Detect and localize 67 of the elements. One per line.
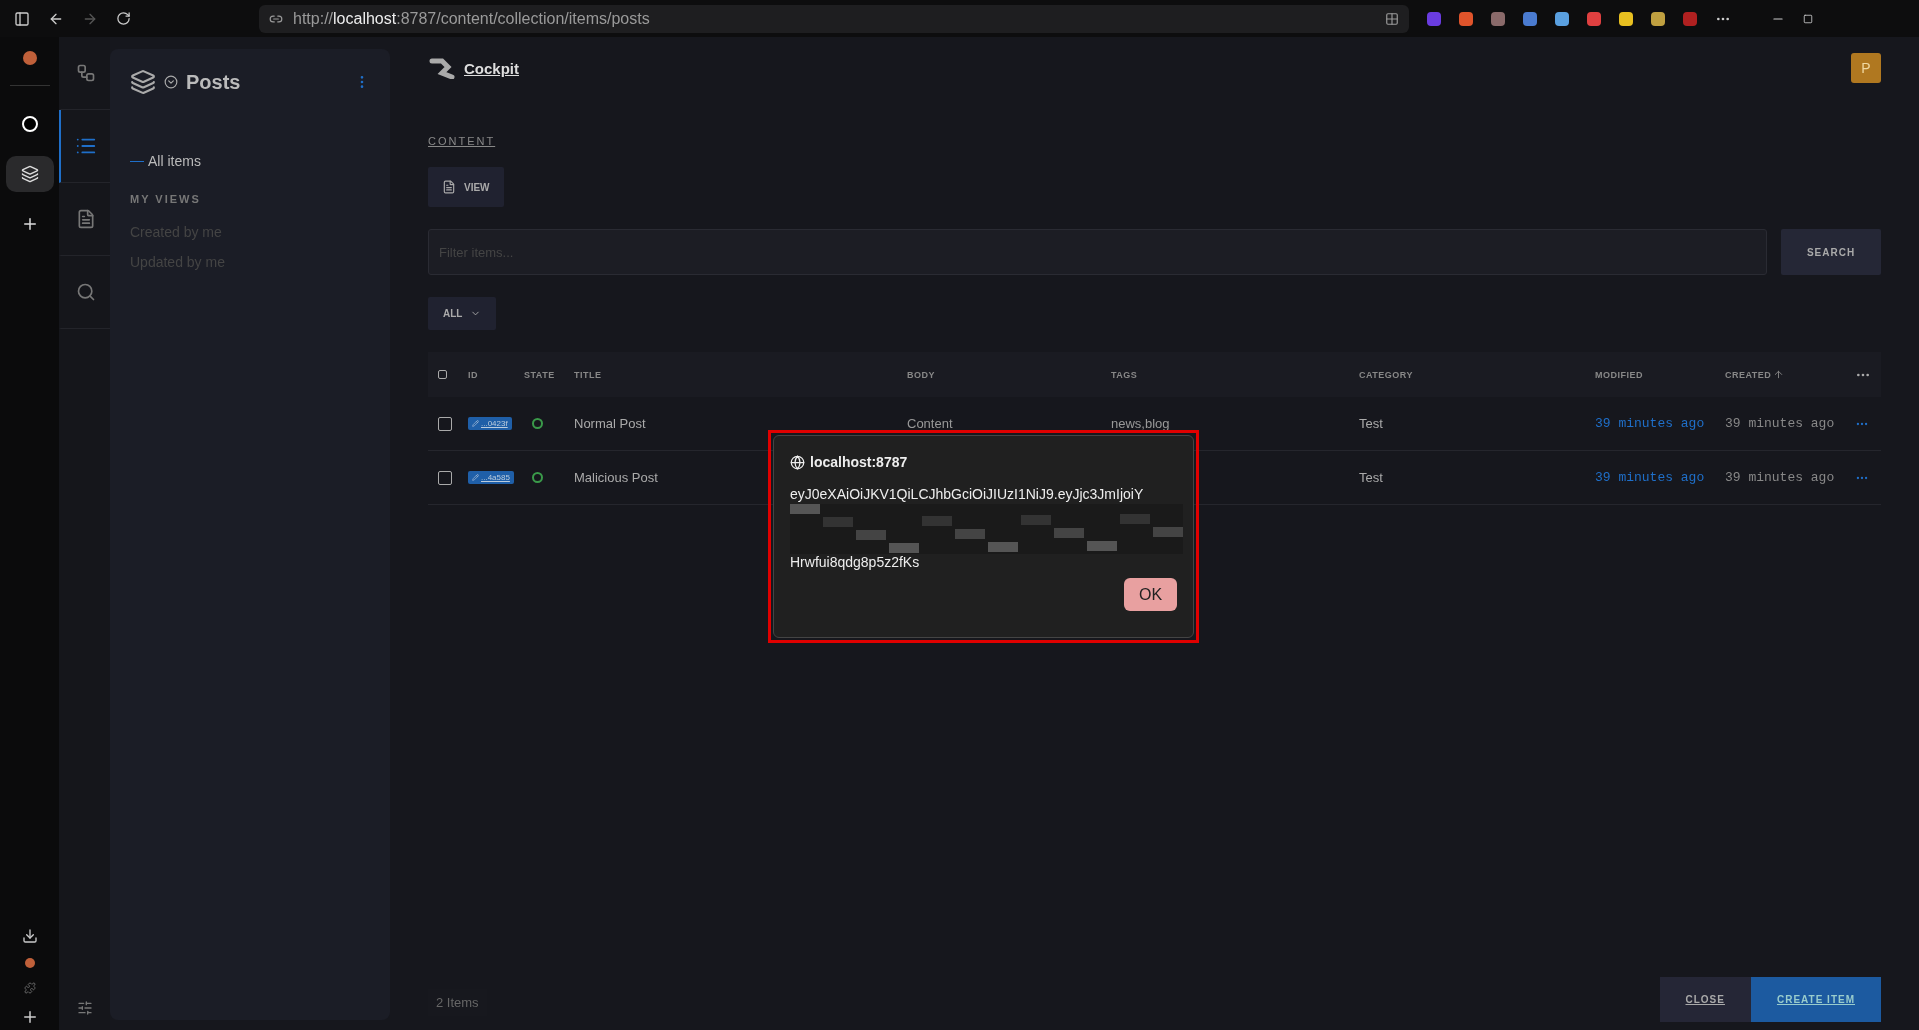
extension-icon[interactable]: [24, 958, 35, 968]
table-cell: Content: [907, 416, 953, 431]
message-text: eyJ0eXAiOiJKV1QiLCJhbGciOiJIUzI1NiJ9.eyJjc3JmIjoiY: [790, 486, 1145, 502]
dropdown-icon[interactable]: [164, 75, 178, 89]
edit-icon: [472, 474, 479, 481]
table-cell: 39 minutes ago: [1595, 416, 1705, 431]
breadcrumb-link[interactable]: CONTENT: [428, 135, 496, 147]
layers-icon: [20, 165, 39, 183]
row-checkbox[interactable]: [438, 416, 452, 431]
url-text: http://localhost:8787/content/collection/items/posts: [293, 9, 650, 28]
table-cell: Normal Post: [574, 416, 646, 431]
address-bar[interactable]: http://localhost:8787/content/collection/items/posts: [259, 4, 1409, 33]
search-button[interactable]: SEARCH: [1781, 229, 1881, 275]
table-cell: news,blog: [1111, 416, 1170, 431]
table-cell: 39 minutes ago: [1725, 470, 1835, 485]
view-button[interactable]: VIEW: [428, 167, 504, 207]
column-header[interactable]: BODY: [907, 369, 1111, 380]
profile-icon[interactable]: [22, 51, 37, 65]
edit-icon: [472, 420, 479, 427]
table-cell: 39 minutes ago: [1595, 470, 1705, 485]
globe-icon: [790, 454, 805, 470]
column-header[interactable]: CATEGORY: [1359, 369, 1595, 380]
table-cell: Malicious Post: [574, 470, 658, 485]
column-header[interactable]: TAGS: [1111, 369, 1359, 380]
table-cell: 39 minutes ago: [1725, 416, 1835, 431]
section-heading: MY VIEWS: [130, 193, 202, 205]
extension-icon[interactable]: [1459, 11, 1473, 26]
reload-icon[interactable]: [116, 11, 131, 26]
ok-button[interactable]: OK: [1124, 578, 1177, 611]
app-logo-icon: [21, 116, 38, 132]
column-header[interactable]: STATE: [524, 369, 574, 380]
reader-icon[interactable]: [1385, 11, 1399, 26]
close-button[interactable]: CLOSE: [1659, 977, 1751, 1022]
maximize-icon[interactable]: [1803, 13, 1813, 24]
id-badge[interactable]: ...0423f: [468, 417, 512, 430]
message-text: Hrwfui8qdg8p5z2fKs: [790, 554, 921, 570]
logo-icon: [428, 57, 456, 79]
search-icon: [75, 282, 96, 302]
table-cell: Test: [1359, 416, 1383, 431]
row-checkbox[interactable]: [438, 470, 452, 485]
column-header[interactable]: ID: [468, 369, 524, 380]
dialog-title: localhost:8787: [790, 454, 1177, 470]
sidebar-toggle-icon[interactable]: [14, 10, 30, 27]
id-badge[interactable]: ...4a585: [468, 471, 514, 484]
sort-icon: [1773, 369, 1785, 380]
extension-icon[interactable]: [1555, 11, 1569, 26]
column-header[interactable]: TITLE: [574, 369, 907, 380]
brand-link[interactable]: Cockpit: [428, 57, 519, 79]
collection-title: Posts: [186, 70, 242, 94]
table-cell: Test: [1359, 470, 1383, 485]
select-all-checkbox[interactable]: [438, 370, 447, 379]
extension-icon[interactable]: [1523, 11, 1537, 26]
view-icon: [442, 180, 456, 194]
nodes-icon: [75, 63, 96, 83]
extension-icon[interactable]: [1651, 11, 1665, 26]
create-button[interactable]: CREATE ITEM: [1750, 977, 1881, 1022]
extension-icon[interactable]: [1619, 11, 1633, 26]
settings-icon[interactable]: [76, 1000, 93, 1016]
column-header[interactable]: MODIFIED: [1595, 369, 1725, 380]
rail-button[interactable]: [5, 156, 54, 192]
user-avatar[interactable]: P: [1851, 53, 1881, 83]
extension-icon[interactable]: [1587, 11, 1601, 26]
download-icon[interactable]: [21, 928, 38, 944]
column-header[interactable]: CREATED: [1725, 369, 1855, 380]
layers-icon: [130, 69, 156, 95]
nav-link[interactable]: All items: [130, 153, 370, 169]
filter-dropdown[interactable]: ALL: [428, 297, 497, 330]
